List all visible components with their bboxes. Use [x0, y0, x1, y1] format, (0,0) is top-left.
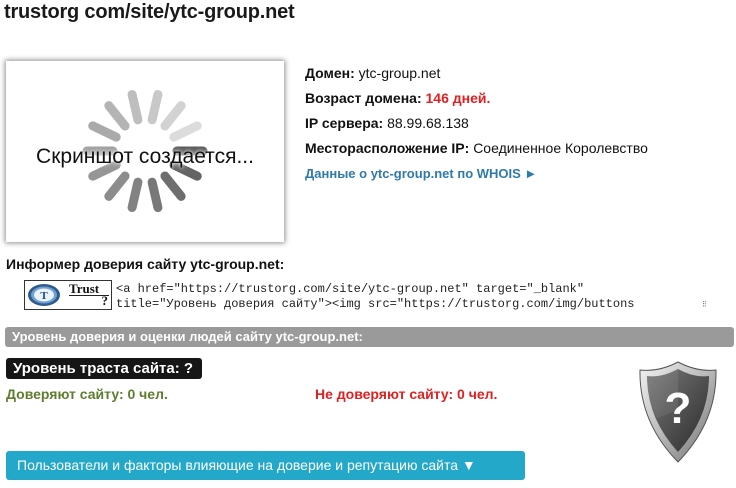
informer-code-field[interactable]: <a href="https://trustorg.com/site/ytc-g…	[114, 280, 722, 314]
trust-section-header: Уровень доверия и оценки людей сайту ytc…	[5, 327, 734, 347]
spinner-spoke	[147, 177, 163, 213]
shield-symbol: ?	[665, 384, 692, 433]
domain-age-label: Возраст домена:	[305, 90, 422, 106]
site-screenshot-placeholder: Скриншот создается...	[6, 61, 284, 242]
domain-age-suffix: .	[486, 90, 491, 106]
spinner-spoke	[169, 121, 202, 142]
domain-row: Домен: ytc-group.net	[305, 64, 648, 89]
shield-question-icon: ?	[639, 361, 717, 463]
ip-location-label: Месторасположение IP:	[305, 140, 470, 156]
screenshot-caption: Скриншот создается...	[36, 145, 254, 168]
whois-link[interactable]: Данные о ytc-group.net по WHOIS ►	[305, 165, 537, 183]
spinner-spoke	[104, 101, 130, 131]
spinner-spoke	[88, 121, 121, 142]
trust-logo-icon: T	[28, 284, 60, 306]
trust-informer-badge[interactable]: T Trust ?	[24, 280, 112, 310]
server-ip-row: IP сервера: 88.99.68.138	[305, 114, 648, 139]
spinner-spoke	[160, 101, 186, 131]
resize-grip-icon[interactable]: ⁝⁝	[702, 299, 707, 310]
spinner-spoke	[127, 89, 143, 125]
svg-text:T: T	[40, 290, 48, 302]
domain-label: Домен:	[305, 65, 355, 81]
spinner-spoke	[160, 171, 186, 201]
trust-badge-question: ?	[101, 293, 109, 308]
spinner-spoke	[104, 171, 130, 201]
trust-factors-toggle-button[interactable]: Пользователи и факторы влияющие на довер…	[6, 451, 525, 480]
domain-age-row: Возраст домена: 146 дней.	[305, 89, 648, 114]
domain-age-value: 146 дней	[425, 90, 487, 106]
trust-level-badge: Уровень траста сайта: ?	[6, 358, 203, 379]
trust-no-count: Не доверяют сайту: 0 чел.	[315, 386, 498, 402]
domain-info: Домен: ytc-group.net Возраст домена: 146…	[305, 64, 648, 189]
spinner-spoke	[147, 89, 163, 125]
ip-location-row: Месторасположение IP: Соединенное Короле…	[305, 139, 648, 164]
spinner-spoke	[127, 177, 143, 213]
server-ip-label: IP сервера:	[305, 115, 384, 131]
trust-yes-count: Доверяют сайту: 0 чел.	[6, 386, 168, 402]
domain-value: ytc-group.net	[358, 65, 441, 81]
informer-title: Информер доверия сайту ytc-group.net:	[6, 256, 285, 272]
whois-row: Данные о ytc-group.net по WHOIS ►	[305, 164, 648, 189]
ip-location-value: Соединенное Королевство	[473, 140, 648, 156]
server-ip-value: 88.99.68.138	[387, 115, 469, 131]
page-title: trustorg com/site/ytc-group.net	[4, 1, 295, 23]
